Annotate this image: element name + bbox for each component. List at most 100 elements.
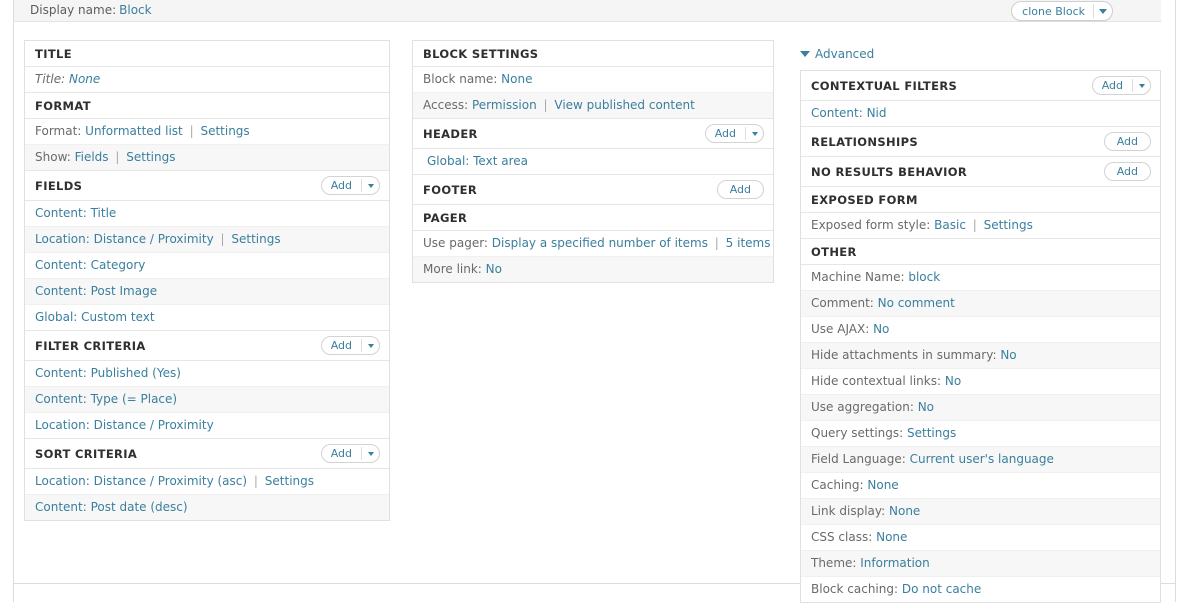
setting-row[interactable]: Content: Post Image <box>25 279 389 305</box>
chevron-down-icon[interactable] <box>362 445 379 462</box>
section-header-exposed-form: EXPOSED FORM <box>801 187 1160 213</box>
setting-row[interactable]: Access: Permission | View published cont… <box>413 93 773 119</box>
setting-row[interactable]: Global: Custom text <box>25 305 389 331</box>
setting-link[interactable]: Display a specified number of items <box>492 236 708 250</box>
add-button-label: Add <box>1116 135 1138 148</box>
setting-row[interactable]: Content: Type (= Place) <box>25 387 389 413</box>
setting-row[interactable]: Use AJAX: No <box>801 317 1160 343</box>
setting-link[interactable]: Content: Post Image <box>35 284 157 298</box>
add-button-contextual-filters[interactable]: Add <box>1091 76 1151 95</box>
section-title: BLOCK SETTINGS <box>423 46 539 61</box>
setting-link[interactable]: Settings <box>984 218 1033 232</box>
setting-link[interactable]: Content: Published (Yes) <box>35 366 181 380</box>
section-title: TITLE <box>35 46 72 61</box>
add-button-footer[interactable]: Add <box>716 180 764 199</box>
setting-link[interactable]: No <box>918 400 934 414</box>
section-header-relationships: RELATIONSHIPS Add <box>801 127 1160 157</box>
setting-link[interactable]: No <box>873 322 889 336</box>
setting-row[interactable]: Content: Post date (desc) <box>25 495 389 520</box>
setting-row[interactable]: Location: Distance / Proximity | Setting… <box>25 227 389 253</box>
add-button-sort-criteria[interactable]: Add <box>320 444 380 463</box>
setting-link[interactable]: Unformatted list <box>85 124 183 138</box>
setting-label: Link display: <box>811 504 886 518</box>
setting-row[interactable]: Machine Name: block <box>801 265 1160 291</box>
setting-row[interactable]: Content: Published (Yes) <box>25 361 389 387</box>
setting-row[interactable]: Comment: No comment <box>801 291 1160 317</box>
add-button-filter-criteria[interactable]: Add <box>320 336 380 355</box>
setting-row[interactable]: Global: Text area <box>413 149 773 175</box>
setting-row[interactable]: Hide attachments in summary: No <box>801 343 1160 369</box>
setting-link[interactable]: Location: Distance / Proximity <box>35 232 214 246</box>
setting-row[interactable]: CSS class: None <box>801 525 1160 551</box>
setting-row[interactable]: Use aggregation: No <box>801 395 1160 421</box>
setting-link[interactable]: Basic <box>934 218 966 232</box>
setting-link[interactable]: Permission <box>472 98 537 112</box>
add-button-header[interactable]: Add <box>704 124 764 143</box>
setting-link[interactable]: Information <box>860 556 929 570</box>
setting-row[interactable]: Theme: Information <box>801 551 1160 577</box>
setting-link[interactable]: Content: Title <box>35 206 116 220</box>
column-left: TITLE Title: None FORMAT Format: Unformatte… <box>24 40 390 521</box>
setting-row[interactable]: Content: Nid <box>801 101 1160 127</box>
advanced-toggle[interactable]: Advanced <box>800 47 874 61</box>
setting-link[interactable]: Settings <box>265 474 314 488</box>
setting-label: Access: <box>423 98 469 112</box>
chevron-down-icon[interactable] <box>1133 77 1150 94</box>
setting-row[interactable]: Hide contextual links: No <box>801 369 1160 395</box>
setting-row[interactable]: More link: No <box>413 257 773 282</box>
setting-link[interactable]: Global: Text area <box>427 154 528 168</box>
chevron-down-icon[interactable] <box>362 177 379 194</box>
setting-link[interactable]: None <box>69 72 100 86</box>
setting-link[interactable]: No <box>486 262 502 276</box>
setting-row[interactable]: Exposed form style: Basic | Settings <box>801 213 1160 239</box>
setting-row[interactable]: Show: Fields | Settings <box>25 145 389 171</box>
setting-link[interactable]: No comment <box>878 296 955 310</box>
triangle-down-icon <box>800 51 810 57</box>
setting-link[interactable]: Global: Custom text <box>35 310 155 324</box>
setting-row[interactable]: Caching: None <box>801 473 1160 499</box>
setting-link[interactable]: Settings <box>126 150 175 164</box>
setting-link[interactable]: View published content <box>554 98 694 112</box>
setting-link[interactable]: Settings <box>200 124 249 138</box>
setting-row[interactable]: Block caching: Do not cache <box>801 577 1160 602</box>
setting-link[interactable]: 5 items <box>726 236 771 250</box>
add-button-relationships[interactable]: Add <box>1103 132 1151 151</box>
add-button-label: Add <box>1116 165 1138 178</box>
setting-link[interactable]: Settings <box>907 426 956 440</box>
clone-block-button[interactable]: clone Block <box>1011 1 1113 21</box>
chevron-down-icon[interactable] <box>746 125 763 142</box>
setting-row[interactable]: Link display: None <box>801 499 1160 525</box>
setting-link[interactable]: Location: Distance / Proximity (asc) <box>35 474 247 488</box>
setting-link[interactable]: None <box>889 504 920 518</box>
setting-link[interactable]: No <box>945 374 961 388</box>
chevron-down-icon[interactable] <box>1094 2 1112 20</box>
display-name-value[interactable]: Block <box>119 3 151 17</box>
setting-row[interactable]: Title: None <box>25 67 389 93</box>
setting-link[interactable]: None <box>501 72 532 86</box>
setting-row[interactable]: Field Language: Current user's language <box>801 447 1160 473</box>
add-button-no-results-behavior[interactable]: Add <box>1103 162 1151 181</box>
setting-row[interactable]: Query settings: Settings <box>801 421 1160 447</box>
setting-link[interactable]: No <box>1000 348 1016 362</box>
setting-row[interactable]: Location: Distance / Proximity (asc) | S… <box>25 469 389 495</box>
setting-link[interactable]: block <box>908 270 940 284</box>
setting-row[interactable]: Block name: None <box>413 67 773 93</box>
setting-link[interactable]: None <box>867 478 898 492</box>
setting-row[interactable]: Location: Distance / Proximity <box>25 413 389 439</box>
setting-link[interactable]: Content: Category <box>35 258 145 272</box>
setting-link[interactable]: None <box>876 530 907 544</box>
setting-row[interactable]: Format: Unformatted list | Settings <box>25 119 389 145</box>
setting-link[interactable]: Content: Type (= Place) <box>35 392 177 406</box>
setting-link[interactable]: Content: Nid <box>811 106 887 120</box>
add-button-fields[interactable]: Add <box>320 176 380 195</box>
setting-link[interactable]: Current user's language <box>910 452 1054 466</box>
chevron-down-icon[interactable] <box>362 337 379 354</box>
setting-row[interactable]: Content: Title <box>25 201 389 227</box>
setting-row[interactable]: Use pager: Display a specified number of… <box>413 231 773 257</box>
setting-link[interactable]: Content: Post date (desc) <box>35 500 188 514</box>
setting-link[interactable]: Settings <box>231 232 280 246</box>
setting-link[interactable]: Fields <box>75 150 109 164</box>
setting-link[interactable]: Do not cache <box>902 582 981 596</box>
setting-link[interactable]: Location: Distance / Proximity <box>35 418 214 432</box>
setting-row[interactable]: Content: Category <box>25 253 389 279</box>
